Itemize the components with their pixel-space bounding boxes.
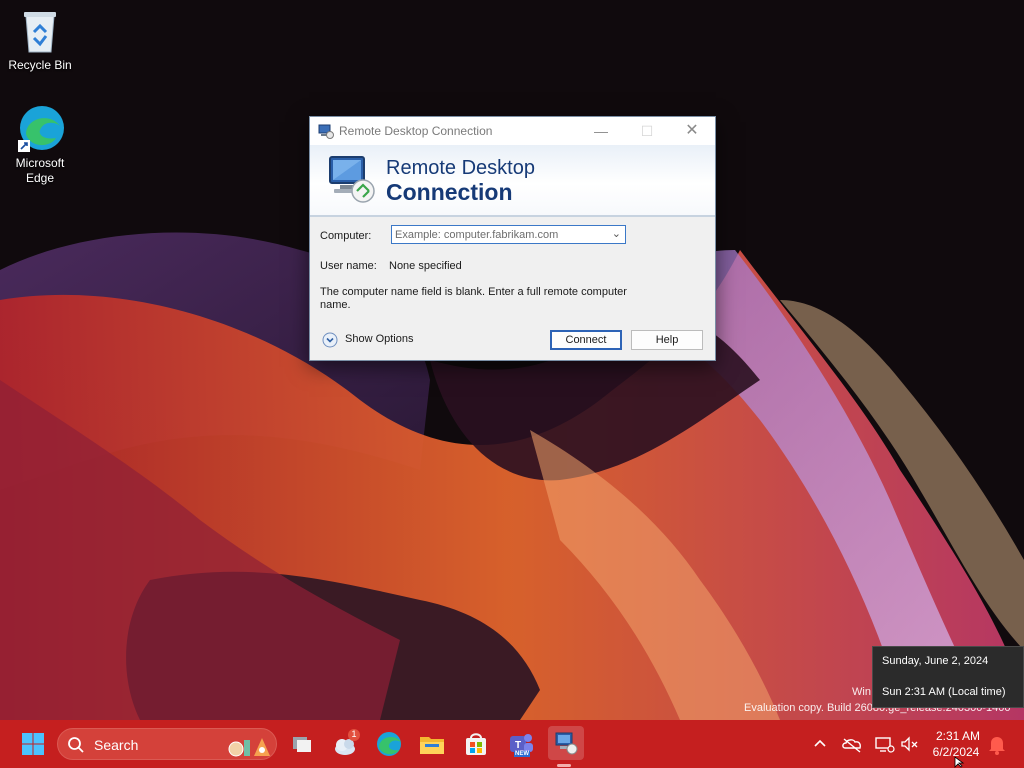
desktop-icon-recycle-bin[interactable]: Recycle Bin [0, 6, 80, 73]
show-options-label: Show Options [345, 333, 414, 345]
taskbar: Search 1 T NEW [0, 720, 1024, 768]
edge-icon [16, 104, 64, 152]
connect-button[interactable]: Connect [550, 330, 622, 350]
tray-overflow-chevron-up-icon[interactable] [806, 728, 834, 760]
expand-chevron-icon [322, 332, 338, 348]
desktop-icon-label: Recycle Bin [8, 58, 72, 72]
notification-bell-icon[interactable] [984, 728, 1010, 760]
tooltip-time: Sun 2:31 AM (Local time) [882, 686, 1006, 698]
search-label: Search [94, 737, 139, 753]
remote-desktop-dialog: Remote Desktop Connection — ☐ ✕ Remote D… [309, 116, 716, 361]
dialog-banner: Remote Desktop Connection [310, 145, 715, 217]
edge-taskbar-icon[interactable] [373, 728, 405, 760]
recycle-bin-icon [16, 6, 64, 54]
taskbar-search-box[interactable]: Search [57, 728, 277, 760]
username-value: None specified [389, 260, 462, 272]
title-bar[interactable]: Remote Desktop Connection — ☐ ✕ [310, 117, 715, 145]
help-button[interactable]: Help [631, 330, 703, 350]
task-view-icon[interactable] [286, 728, 318, 760]
active-app-indicator [557, 764, 571, 767]
remote-desktop-taskbar-button[interactable] [548, 726, 584, 760]
remote-desktop-icon [555, 732, 578, 755]
username-label: User name: [320, 260, 377, 272]
onedrive-offline-icon[interactable] [838, 728, 866, 760]
desktop-icon-label: Microsoft Edge [15, 156, 65, 185]
computer-input[interactable] [392, 226, 605, 243]
computer-combobox[interactable]: ⌄ [391, 225, 626, 244]
maximize-button[interactable]: ☐ [624, 117, 670, 145]
search-highlight-illustration-icon [224, 732, 272, 758]
desktop-icon-edge[interactable]: Microsoft Edge [0, 104, 80, 186]
teams-new-badge: NEW [514, 751, 530, 757]
volume-muted-icon[interactable] [896, 728, 924, 760]
mouse-cursor-icon [954, 756, 965, 768]
windows-watermark-line1: Win [852, 686, 871, 698]
file-explorer-icon[interactable] [416, 728, 448, 760]
minimize-button[interactable]: — [578, 117, 624, 145]
svg-text:T: T [515, 740, 521, 751]
search-icon [67, 736, 85, 754]
remote-desktop-computer-icon [324, 151, 380, 207]
computer-label: Computer: [320, 230, 372, 242]
tooltip-date: Sunday, June 2, 2024 [882, 655, 989, 667]
start-button[interactable] [17, 728, 49, 760]
microsoft-store-icon[interactable] [460, 728, 492, 760]
weather-badge: 1 [351, 729, 357, 739]
banner-title-line1: Remote Desktop [386, 157, 535, 179]
close-button[interactable]: ✕ [669, 117, 715, 145]
teams-icon[interactable]: T NEW [504, 728, 536, 760]
status-message: The computer name field is blank. Enter … [320, 286, 627, 311]
network-icon[interactable] [870, 728, 898, 760]
banner-title-line2: Connection [386, 179, 513, 205]
window-title: Remote Desktop Connection [339, 124, 493, 138]
windows-logo-icon [22, 733, 44, 755]
taskbar-clock-time[interactable]: 2:31 AM [930, 729, 986, 743]
widgets-weather-icon[interactable]: 1 [330, 728, 362, 760]
chevron-down-icon[interactable]: ⌄ [612, 227, 621, 240]
rdc-title-icon [318, 123, 334, 139]
clock-tooltip: Sunday, June 2, 2024 Sun 2:31 AM (Local … [872, 646, 1024, 708]
